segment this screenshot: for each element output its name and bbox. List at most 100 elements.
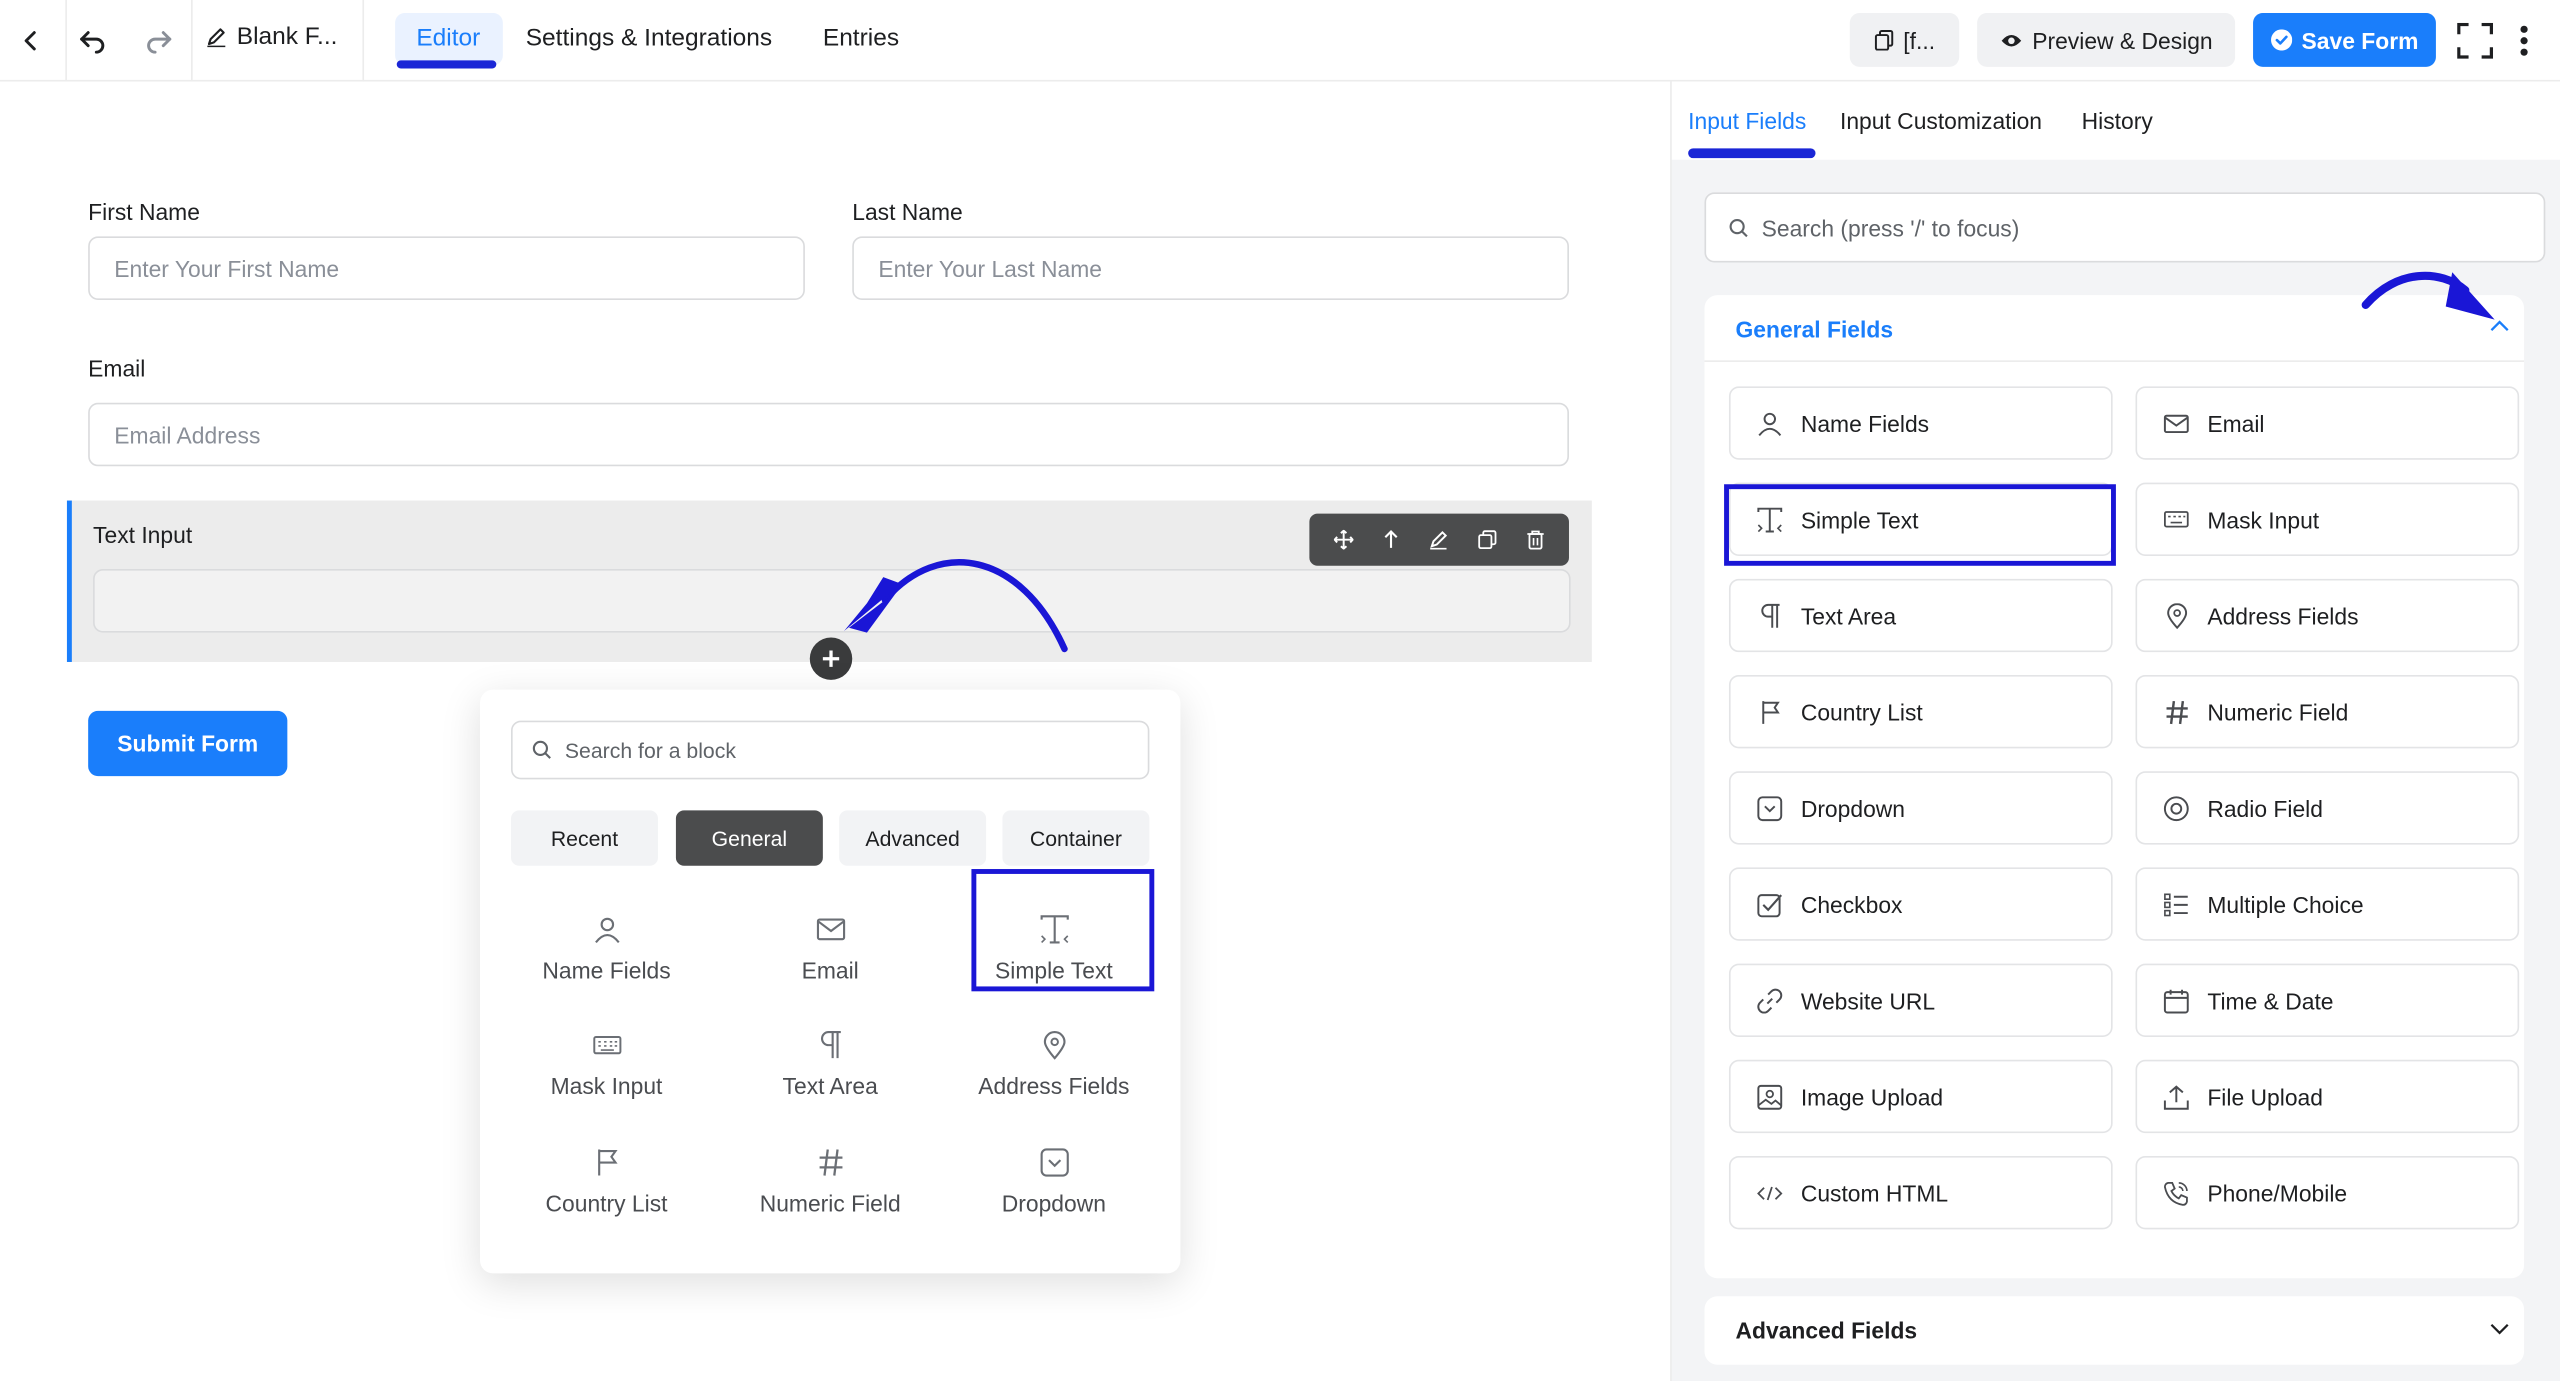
picker-item-address-fields[interactable]: Address Fields [942,1014,1166,1112]
picker-item-label: Address Fields [978,1072,1130,1099]
tab-history[interactable]: History [2082,108,2153,134]
picker-tab-general[interactable]: General [675,810,823,866]
annotation-highlight-box [1724,484,2116,566]
field-multiple-choice[interactable]: Multiple Choice [2135,867,2520,941]
field-dropdown[interactable]: Dropdown [1728,771,2113,845]
form-title[interactable]: Blank F... [206,22,338,51]
keyboard-icon [2162,505,2191,534]
search-icon [1729,218,1749,238]
email-field[interactable]: Email Address [88,402,1569,467]
field-time-date[interactable]: Time & Date [2135,963,2520,1037]
hash-icon [2162,697,2191,726]
general-fields-section: General Fields Name Fields Email Simple … [1704,295,2525,1279]
field-country-list[interactable]: Country List [1728,675,2113,749]
field-phone-mobile[interactable]: Phone/Mobile [2135,1155,2520,1230]
field-label: Time & Date [2207,987,2334,1014]
picker-item-dropdown[interactable]: Dropdown [942,1132,1166,1230]
code-icon [1755,1178,1784,1207]
check-circle-icon [2270,29,2292,51]
field-label: Text Area [1800,602,1897,629]
undo-icon[interactable] [70,18,116,64]
field-address-fields[interactable]: Address Fields [2135,578,2520,653]
picker-tab-advanced[interactable]: Advanced [839,810,987,866]
annotation-underline [1688,148,1816,159]
first-name-field[interactable]: Enter Your First Name [88,236,805,301]
radio-icon [2162,793,2191,822]
shortcode-label: [f... [1903,26,1936,53]
edit-icon[interactable] [1421,522,1457,558]
field-radio-field[interactable]: Radio Field [2135,771,2520,845]
fullscreen-icon[interactable] [2452,18,2498,64]
search-icon [532,740,552,760]
field-label: Address Fields [2207,602,2359,629]
more-vertical-icon[interactable] [2501,18,2547,64]
advanced-fields-title: Advanced Fields [1735,1317,1918,1344]
tab-input-customization[interactable]: Input Customization [1840,108,2042,134]
picker-item-label: Dropdown [1001,1189,1106,1216]
envelope-icon [2162,408,2191,437]
picker-item-mask-input[interactable]: Mask Input [495,1014,719,1112]
picker-item-numeric-field[interactable]: Numeric Field [718,1132,942,1230]
image-icon [1755,1082,1784,1111]
back-chevron-icon[interactable] [8,18,54,64]
move-icon[interactable] [1325,522,1361,558]
advanced-fields-section[interactable]: Advanced Fields [1704,1296,2525,1365]
block-picker-popup: Search for a block Recent General Advanc… [479,689,1181,1274]
preview-design-button[interactable]: Preview & Design [1977,13,2236,67]
field-label: Radio Field [2207,794,2323,821]
picker-item-name-fields[interactable]: Name Fields [495,898,719,996]
picker-item-email[interactable]: Email [718,898,942,996]
field-email[interactable]: Email [2135,386,2520,460]
field-mask-input[interactable]: Mask Input [2135,482,2520,556]
picker-item-country-list[interactable]: Country List [495,1132,719,1230]
paragraph-icon [1755,601,1784,630]
field-name-fields[interactable]: Name Fields [1728,386,2113,460]
redo-icon[interactable] [136,18,182,64]
chevron-down-icon[interactable] [2488,1317,2511,1340]
field-label: Mask Input [2207,506,2320,533]
field-custom-html[interactable]: Custom HTML [1728,1155,2113,1230]
fields-search-input[interactable]: Search (press '/' to focus) [1704,192,2546,263]
field-file-upload[interactable]: File Upload [2135,1059,2520,1134]
field-text-area[interactable]: Text Area [1728,578,2113,653]
divider [65,0,67,82]
form-title-text: Blank F... [236,22,338,51]
last-name-field[interactable]: Enter Your Last Name [852,236,1569,301]
link-icon [1755,986,1784,1015]
picker-item-label: Numeric Field [759,1189,901,1216]
submit-form-button[interactable]: Submit Form [88,710,288,777]
preview-label: Preview & Design [2032,26,2213,53]
picker-tab-container[interactable]: Container [1002,810,1150,866]
panel-tabs: Input Fields Input Customization History [1671,81,2560,160]
tab-input-fields[interactable]: Input Fields [1688,108,1806,134]
picker-item-text-area[interactable]: Text Area [718,1014,942,1112]
field-label: Dropdown [1800,794,1906,821]
save-form-button[interactable]: Save Form [2253,13,2436,67]
field-image-upload[interactable]: Image Upload [1728,1059,2113,1134]
shortcode-button[interactable]: [f... [1849,13,1960,67]
pencil-icon [206,26,227,48]
arrow-up-icon[interactable] [1373,522,1409,558]
block-search-placeholder: Search for a block [564,737,736,763]
picker-item-label: Country List [545,1189,668,1216]
field-checkbox[interactable]: Checkbox [1728,867,2113,941]
dropdown-icon [1755,793,1784,822]
field-label: Multiple Choice [2207,891,2364,918]
picker-item-label: Name Fields [542,956,671,983]
field-website-url[interactable]: Website URL [1728,963,2113,1037]
tab-settings-integrations[interactable]: Settings & Integrations [526,24,772,52]
keyboard-icon [592,1028,621,1061]
tab-entries[interactable]: Entries [823,24,899,52]
picker-tab-recent[interactable]: Recent [511,810,658,866]
eye-icon [2000,32,2023,48]
field-numeric-field[interactable]: Numeric Field [2135,675,2520,749]
list-icon [2162,889,2191,918]
field-label: Image Upload [1800,1083,1944,1110]
trash-icon[interactable] [1517,522,1553,558]
field-label: File Upload [2207,1083,2323,1110]
block-search-input[interactable]: Search for a block [511,720,1150,780]
duplicate-icon[interactable] [1469,522,1505,558]
phone-icon [2162,1178,2191,1207]
user-icon [592,912,621,945]
tab-editor[interactable]: Editor [416,24,480,52]
